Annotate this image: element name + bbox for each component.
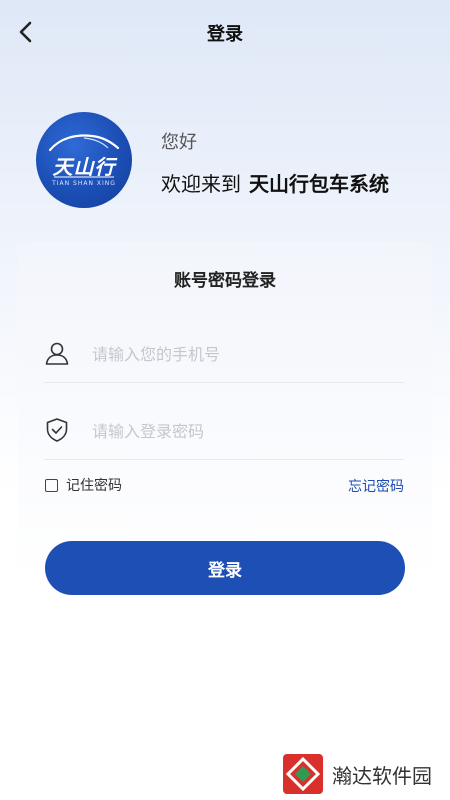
watermark-text: 瀚达软件园 [332, 763, 432, 788]
shield-check-icon [44, 417, 70, 443]
watermark: 瀚达软件园 [282, 752, 432, 796]
password-input[interactable] [90, 417, 394, 445]
app-name: 天山行包车系统 [249, 172, 389, 196]
phone-field [44, 332, 404, 383]
logo-subtext: TIAN SHAN XING [52, 180, 116, 187]
app-logo: 天山行 TIAN SHAN XING [36, 112, 132, 208]
watermark-logo-icon [283, 754, 323, 794]
page-title: 登录 [207, 24, 243, 45]
remember-password-toggle[interactable]: 记住密码 [45, 475, 122, 495]
welcome-text: 欢迎来到 天山行包车系统 [161, 168, 389, 197]
login-method-title: 账号密码登录 [174, 271, 276, 291]
welcome-prefix: 欢迎来到 [161, 172, 241, 196]
forgot-password-link[interactable]: 忘记密码 [348, 476, 404, 496]
greeting-text: 您好 [161, 132, 197, 153]
remember-label: 记住密码 [66, 478, 122, 494]
phone-input[interactable] [90, 340, 394, 368]
logo-text: 天山行 [52, 155, 116, 179]
login-button[interactable]: 登录 [45, 541, 405, 595]
header-bar: 登录 [0, 0, 450, 64]
password-field [44, 409, 404, 460]
remember-checkbox[interactable] [45, 478, 58, 492]
user-icon [44, 340, 70, 366]
login-card: 账号密码登录 记住密码 忘记密码 登录 [18, 242, 432, 595]
